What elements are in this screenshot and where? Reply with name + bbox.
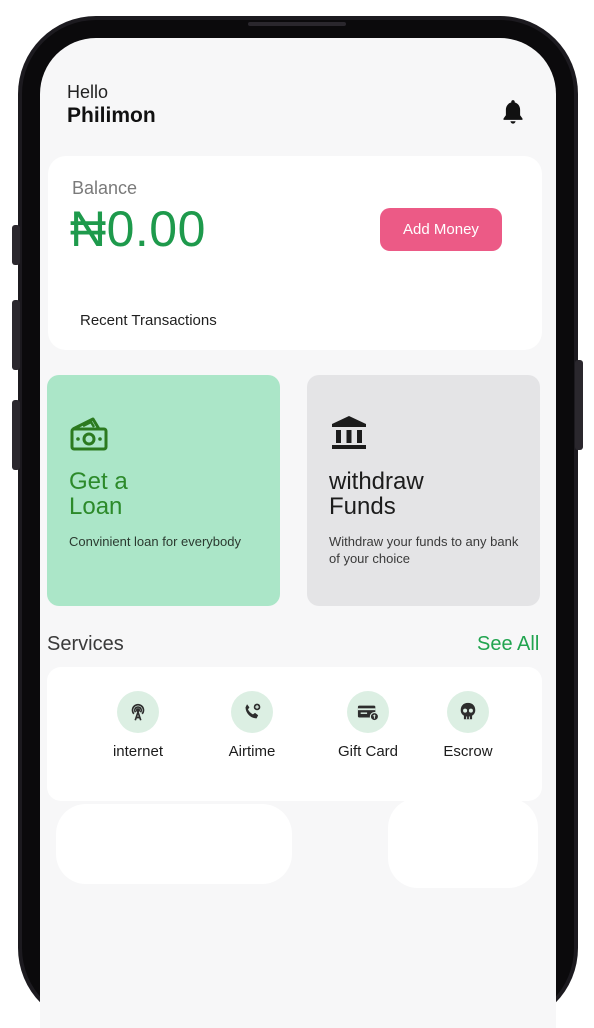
balance-card: Balance ₦0.00 Add Money Recent Transacti…	[48, 156, 542, 350]
service-label: Gift Card	[337, 743, 398, 760]
service-label: internet	[112, 743, 164, 760]
escrow-icon	[460, 702, 476, 720]
services-card: internet Airtime Gift Card Escrow	[47, 667, 542, 801]
see-all-link[interactable]: See All	[477, 633, 539, 656]
service-icon-circle	[447, 691, 489, 733]
phone-speaker	[248, 22, 346, 26]
service-escrow[interactable]: Escrow	[413, 691, 523, 760]
bell-icon[interactable]	[500, 98, 526, 126]
services-heading: Services	[47, 633, 124, 655]
internet-icon	[131, 703, 145, 721]
service-label: Airtime	[228, 743, 276, 760]
recent-transactions-link[interactable]: Recent Transactions	[80, 312, 217, 329]
service-gift-card[interactable]: Gift Card	[313, 691, 423, 760]
service-label: Escrow	[443, 743, 493, 760]
service-icon-circle	[117, 691, 159, 733]
bank-icon	[332, 416, 366, 449]
phone-side-button	[12, 400, 20, 470]
tile-description: Withdraw your funds to any bank of your …	[329, 534, 519, 566]
money-icon	[70, 417, 108, 451]
service-icon-circle	[347, 691, 389, 733]
phone-call-icon	[245, 703, 261, 719]
tile-description: Convinient loan for everybody	[69, 534, 241, 549]
service-airtime[interactable]: Airtime	[197, 691, 307, 760]
phone-side-button	[12, 225, 20, 265]
gift-card-icon	[357, 705, 380, 722]
service-internet[interactable]: internet	[83, 691, 193, 760]
tile-title: Get a Loan	[69, 468, 128, 520]
phone-side-button	[12, 300, 20, 370]
greeting-text: Hello	[67, 82, 109, 102]
withdraw-funds-tile[interactable]: withdraw Funds Withdraw your funds to an…	[307, 375, 540, 606]
phone-side-button	[575, 360, 583, 450]
app-screen: Hello Philimon Balance ₦0.00 Add Money R…	[40, 38, 556, 1028]
user-name: Philimon	[67, 104, 156, 127]
balance-amount: ₦0.00	[70, 201, 206, 257]
blur-patch	[388, 798, 538, 888]
tile-title: withdraw Funds	[329, 468, 424, 520]
service-icon-circle	[231, 691, 273, 733]
get-loan-tile[interactable]: Get a Loan Convinient loan for everybody	[47, 375, 280, 606]
balance-label: Balance	[72, 178, 138, 198]
add-money-button[interactable]: Add Money	[380, 208, 502, 251]
blur-patch	[56, 804, 292, 884]
